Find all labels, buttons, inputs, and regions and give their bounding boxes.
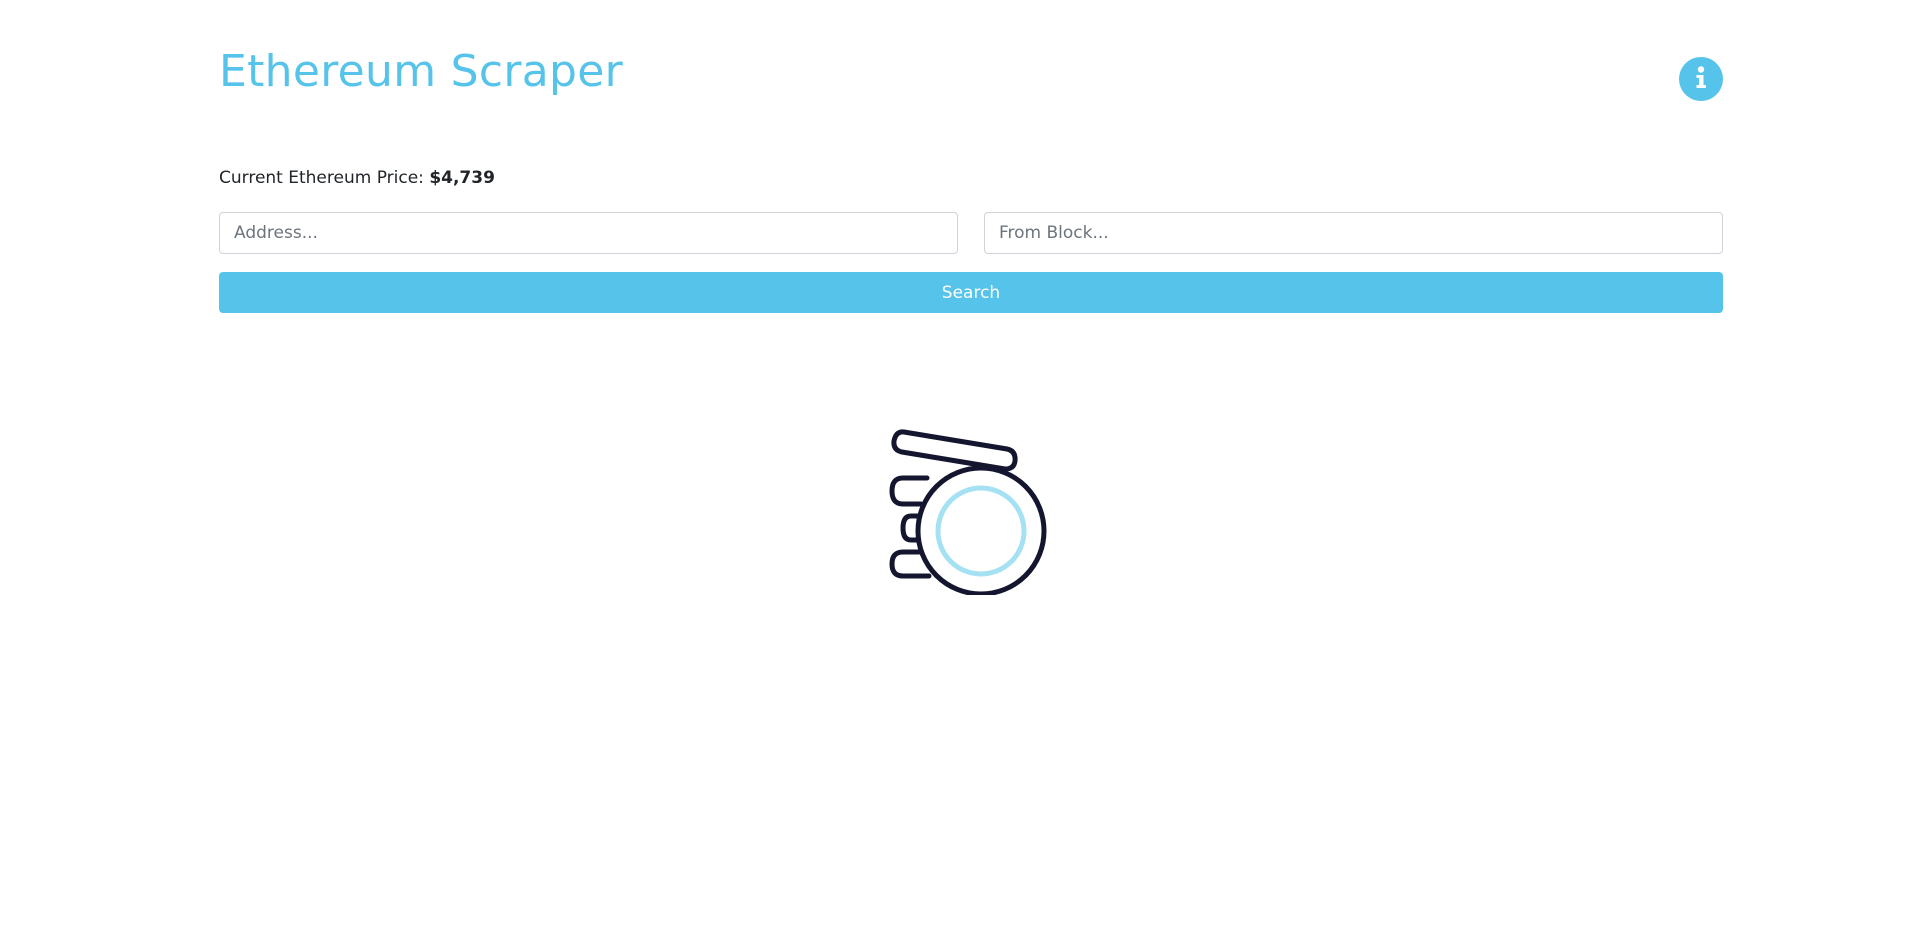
info-button[interactable]	[1679, 57, 1723, 101]
info-icon	[1679, 56, 1723, 103]
page-title: Ethereum Scraper	[219, 46, 624, 97]
search-inputs-row	[219, 212, 1723, 254]
from-block-input[interactable]	[984, 212, 1723, 254]
header: Ethereum Scraper	[219, 0, 1723, 160]
price-line: Current Ethereum Price: $4,739	[219, 168, 495, 188]
price-value: $4,739	[429, 168, 495, 188]
address-input[interactable]	[219, 212, 958, 254]
price-label: Current Ethereum Price:	[219, 168, 430, 188]
search-button[interactable]: Search	[219, 272, 1723, 313]
loading-animation	[885, 427, 1050, 597]
hand-holding-coin-icon	[885, 429, 1050, 599]
page-container: Ethereum Scraper Current Ethereum Price:…	[219, 0, 1723, 313]
